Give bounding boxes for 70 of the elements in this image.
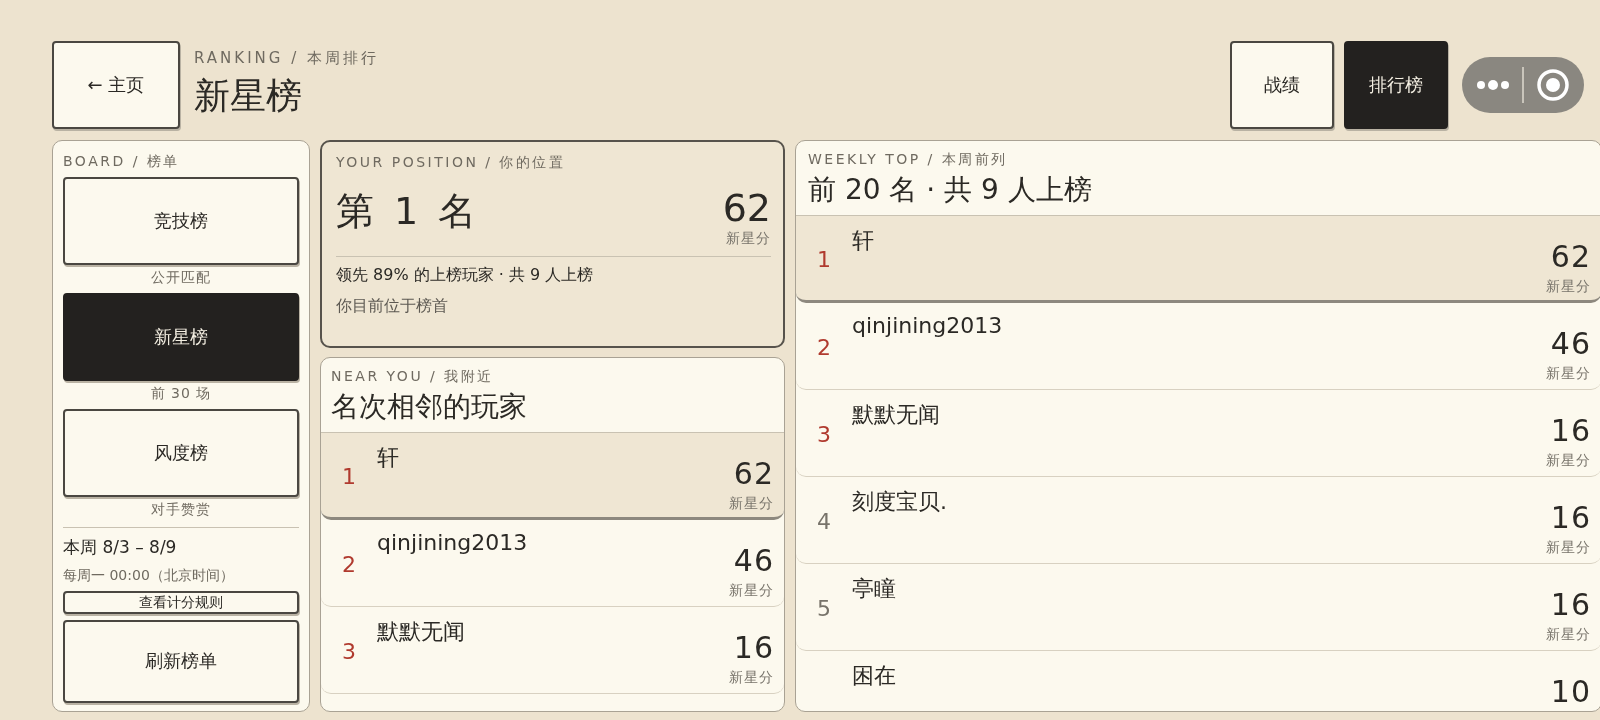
score-unit: 新星分: [729, 495, 774, 513]
score-unit: 新星分: [729, 582, 774, 600]
page-eyebrow: RANKING / 本周排行: [194, 49, 379, 68]
player-name: qinjining2013: [377, 530, 529, 555]
player-row[interactable]: 1 轩 62 新星分: [321, 433, 784, 520]
player-name: 困在: [852, 662, 897, 690]
score-value: 16: [1550, 416, 1591, 446]
score-value: 62: [733, 459, 774, 489]
score-value: 46: [1550, 329, 1591, 359]
home-button[interactable]: ← 主页: [52, 41, 180, 129]
player-name: 亭瞳: [852, 575, 897, 603]
player-row[interactable]: 2 qinjining2013 46 新星分: [321, 520, 784, 607]
position-note: 你目前位于榜首: [336, 296, 449, 317]
score-value: 10: [1550, 677, 1591, 707]
rank-number: 3: [341, 638, 357, 664]
refresh-button[interactable]: 刷新榜单: [63, 619, 299, 703]
score-unit: 新星分: [726, 230, 771, 248]
rank-number: 4: [816, 508, 832, 534]
tab-caption: 对手赞赏: [151, 501, 211, 519]
score-unit: 新星分: [1546, 365, 1591, 383]
player-row[interactable]: 5 亭瞳 16 新星分: [796, 564, 1600, 651]
summary-text: 领先 89% 的上榜玩家 · 共 9 人上榜: [336, 265, 595, 286]
score-value: 16: [1550, 503, 1591, 533]
board-tab[interactable]: 新星榜: [63, 293, 299, 381]
tab-caption: 前 30 场: [150, 385, 212, 403]
section-title: 名次相邻的玩家: [331, 389, 528, 425]
score-unit: 新星分: [1546, 539, 1591, 557]
player-name: 默默无闻: [377, 618, 466, 646]
section-title: 前 20 名 · 共 9 人上榜: [808, 172, 1093, 208]
player-name: 刻度宝贝.: [852, 488, 948, 516]
board-tab[interactable]: 风度榜: [63, 409, 299, 497]
score-value: 16: [1550, 590, 1591, 620]
rules-button[interactable]: 查看计分规则: [63, 591, 299, 614]
player-row[interactable]: 3 默默无闻 16 新星分: [321, 607, 784, 694]
player-name: qinjining2013: [852, 313, 1004, 338]
player-row[interactable]: 1 轩 62 新星分: [796, 216, 1600, 303]
score-unit: 新星分: [1546, 626, 1591, 644]
reset-time: 每周一 00:00（北京时间）: [63, 567, 235, 585]
player-name: 轩: [377, 444, 400, 472]
score-value: 62: [1550, 242, 1591, 272]
player-row[interactable]: 4 刻度宝贝. 16 新星分: [796, 477, 1600, 564]
rank-number: 3: [816, 421, 832, 447]
score-unit: 新星分: [729, 669, 774, 687]
score-value: 46: [733, 546, 774, 576]
nav-button[interactable]: 战绩: [1230, 41, 1334, 129]
score-value: 16: [733, 633, 774, 663]
rank-number: 1: [816, 246, 832, 272]
player-row[interactable]: 2 qinjining2013 46 新星分: [796, 303, 1600, 390]
board-tab[interactable]: 竞技榜: [63, 177, 299, 265]
score-value: 62: [722, 186, 771, 230]
rank-number: 2: [341, 551, 357, 577]
rank-text: 第 1 名: [336, 188, 481, 235]
section-label: WEEKLY TOP / 本周前列: [808, 151, 1009, 169]
player-name: 轩: [852, 227, 875, 255]
more-icon[interactable]: [1476, 79, 1510, 91]
rank-number: 2: [816, 334, 832, 360]
tab-caption: 公开匹配: [151, 269, 211, 287]
player-row[interactable]: 困在 10: [796, 651, 1600, 711]
score-unit: 新星分: [1546, 278, 1591, 296]
week-range: 本周 8/3 – 8/9: [63, 536, 178, 559]
player-row[interactable]: 3 默默无闻 16 新星分: [796, 390, 1600, 477]
rank-number: 1: [341, 463, 357, 489]
page-title: 新星榜: [194, 74, 303, 118]
nav-button[interactable]: 排行榜: [1344, 41, 1448, 129]
section-label: BOARD / 榜单: [63, 153, 181, 171]
section-label: NEAR YOU / 我附近: [331, 368, 495, 386]
section-label: YOUR POSITION / 你的位置: [336, 154, 567, 172]
player-name: 默默无闻: [852, 401, 941, 429]
rank-number: 5: [816, 595, 832, 621]
score-unit: 新星分: [1546, 452, 1591, 470]
